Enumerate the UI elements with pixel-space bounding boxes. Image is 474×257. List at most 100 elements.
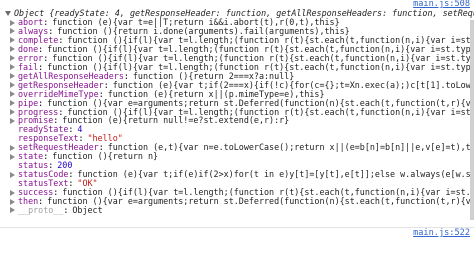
property-key: getAllResponseHeaders bbox=[18, 71, 124, 81]
property-colon: : bbox=[68, 179, 74, 189]
property-value: 4 bbox=[77, 125, 83, 135]
property-row-getallresponseheaders[interactable]: getAllResponseHeaders: function (){return… bbox=[0, 72, 474, 81]
property-value: function (e){var t;if(2===x){if(!c){for(… bbox=[112, 80, 474, 90]
property-value: function (){return i.done(arguments).fai… bbox=[57, 26, 350, 36]
property-row-done[interactable]: done: function (){if(l){var t=l.length;(f… bbox=[0, 45, 474, 54]
property-row-readystate: readyState:4 bbox=[0, 125, 474, 134]
property-row-success[interactable]: success: function (){if(l){var t=l.length… bbox=[0, 188, 474, 197]
property-colon: : bbox=[48, 26, 54, 36]
property-row-complete[interactable]: complete: function (){if(l){var t=l.lengt… bbox=[0, 36, 474, 45]
property-value: "hello" bbox=[87, 134, 123, 144]
property-value: function (){var e=arguments;return st.De… bbox=[47, 98, 474, 108]
property-value: function (){if(l){var t=l.length;(functi… bbox=[67, 107, 474, 117]
property-row-then[interactable]: then: function (){var e=arguments;return … bbox=[0, 197, 474, 206]
property-key: fail bbox=[18, 62, 39, 72]
triangle-right-icon[interactable] bbox=[10, 189, 15, 196]
object-summary-row[interactable]: Object {readyState: 4, getResponseHeader… bbox=[0, 9, 474, 18]
property-colon: : bbox=[78, 134, 84, 144]
property-row-setrequestheader[interactable]: setRequestHeader: function (e,t){var n=e.… bbox=[0, 143, 474, 152]
property-colon: : bbox=[98, 89, 104, 99]
triangle-right-icon[interactable] bbox=[10, 144, 15, 151]
property-colon: : bbox=[58, 107, 64, 117]
property-row-abort[interactable]: abort: function (e){var t=e||T;return i&&… bbox=[0, 18, 474, 27]
property-row-overridemimetype[interactable]: overrideMimeType: function (e){return x||… bbox=[0, 90, 474, 99]
property-value: "OK" bbox=[77, 179, 98, 189]
property-row-proto[interactable]: __proto__: Object bbox=[0, 206, 474, 215]
property-key: status bbox=[18, 161, 49, 171]
property-value: function (e){var t=e||T;return i&&i.abor… bbox=[52, 18, 340, 27]
object-summary: Object {readyState: 4, getResponseHeader… bbox=[14, 9, 474, 18]
source-link-main-508[interactable]: main.js:508 bbox=[413, 0, 470, 9]
property-row-state[interactable]: state: function (){return n} bbox=[0, 152, 474, 161]
property-row-error[interactable]: error: function (){if(l){var t=l.length;(… bbox=[0, 54, 474, 63]
property-key: error bbox=[18, 53, 44, 63]
devtools-console: main.js:508 Object {readyState: 4, getRe… bbox=[0, 0, 474, 257]
log-divider bbox=[0, 227, 474, 228]
triangle-right-icon[interactable] bbox=[10, 198, 15, 205]
triangle-right-icon[interactable] bbox=[10, 55, 15, 62]
property-value: function (e){var t;if(e)if(2>x)for(t in … bbox=[77, 170, 474, 180]
property-key: always bbox=[18, 26, 49, 36]
property-key: overrideMimeType bbox=[18, 89, 99, 99]
triangle-right-icon[interactable] bbox=[10, 73, 15, 80]
property-row-always[interactable]: always: function (){return i.done(argumen… bbox=[0, 27, 474, 36]
property-value: Object bbox=[72, 205, 103, 215]
property-colon: : bbox=[43, 53, 49, 63]
property-row-status: status:200 bbox=[0, 161, 474, 170]
property-colon: : bbox=[48, 161, 54, 171]
property-key: __proto__ bbox=[18, 205, 64, 215]
property-colon: : bbox=[38, 44, 44, 54]
property-colon: : bbox=[43, 18, 49, 27]
triangle-right-icon[interactable] bbox=[10, 37, 15, 44]
property-key: readyState bbox=[18, 125, 69, 135]
property-row-getresponseheader[interactable]: getResponseHeader: function (e){var t;if(… bbox=[0, 81, 474, 90]
property-key: pipe bbox=[18, 98, 39, 108]
property-value: function (){if(l){var t=l.length;(functi… bbox=[67, 35, 474, 45]
triangle-right-icon[interactable] bbox=[10, 28, 15, 35]
property-key: success bbox=[18, 188, 54, 198]
triangle-down-icon[interactable] bbox=[5, 11, 11, 16]
triangle-right-icon[interactable] bbox=[10, 82, 15, 89]
property-key: done bbox=[18, 44, 39, 54]
triangle-right-icon[interactable] bbox=[10, 153, 15, 160]
triangle-right-icon[interactable] bbox=[10, 19, 15, 26]
property-value: function (){if(l){var t=l.length;(functi… bbox=[62, 188, 474, 198]
triangle-right-icon[interactable] bbox=[10, 117, 15, 124]
property-colon: : bbox=[38, 62, 44, 72]
property-colon: : bbox=[53, 188, 59, 198]
property-row-progress[interactable]: progress: function (){if(l){var t=l.lengt… bbox=[0, 108, 474, 117]
property-key: abort bbox=[18, 18, 44, 27]
source-link-main-522[interactable]: main.js:522 bbox=[413, 229, 470, 238]
property-value: function (){if(l){var t=l.length;(functi… bbox=[52, 53, 474, 63]
scrollbar[interactable] bbox=[470, 20, 474, 220]
triangle-right-icon[interactable] bbox=[10, 91, 15, 98]
property-key: promise bbox=[18, 116, 54, 126]
property-row-fail[interactable]: fail: function (){if(l){var t=l.length;(f… bbox=[0, 63, 474, 72]
property-colon: : bbox=[38, 98, 44, 108]
property-colon: : bbox=[98, 143, 104, 153]
property-key: statusText bbox=[18, 179, 69, 189]
triangle-right-icon[interactable] bbox=[10, 109, 15, 115]
property-key: responseText bbox=[18, 134, 79, 144]
property-value: function (){if(l){var t=l.length;(functi… bbox=[47, 62, 474, 72]
triangle-right-icon[interactable] bbox=[10, 64, 15, 71]
property-key: complete bbox=[18, 35, 59, 45]
triangle-right-icon[interactable] bbox=[10, 207, 15, 214]
property-row-promise[interactable]: promise: function (e){return null!=e?st.e… bbox=[0, 116, 474, 125]
property-value: function (){if(l){var t=l.length;(functi… bbox=[47, 44, 474, 54]
property-key: setRequestHeader bbox=[18, 143, 99, 153]
property-value: function (e){return x||(p.mimeType=e),th… bbox=[107, 89, 325, 99]
triangle-right-icon[interactable] bbox=[10, 100, 15, 107]
property-colon: : bbox=[68, 170, 74, 180]
property-key: progress bbox=[18, 107, 59, 117]
property-value: function (){var e=arguments;return st.De… bbox=[47, 197, 474, 206]
property-colon: : bbox=[63, 205, 69, 215]
triangle-right-icon[interactable] bbox=[10, 46, 15, 53]
triangle-right-icon[interactable] bbox=[10, 171, 15, 178]
property-key: getResponseHeader bbox=[18, 80, 104, 90]
property-colon: : bbox=[43, 152, 49, 162]
property-colon: : bbox=[123, 71, 129, 81]
property-row-pipe[interactable]: pipe: function (){var e=arguments;return … bbox=[0, 99, 474, 108]
property-row-statuscode[interactable]: statusCode: function (e){var t;if(e)if(2>… bbox=[0, 170, 474, 179]
property-colon: : bbox=[68, 125, 74, 135]
